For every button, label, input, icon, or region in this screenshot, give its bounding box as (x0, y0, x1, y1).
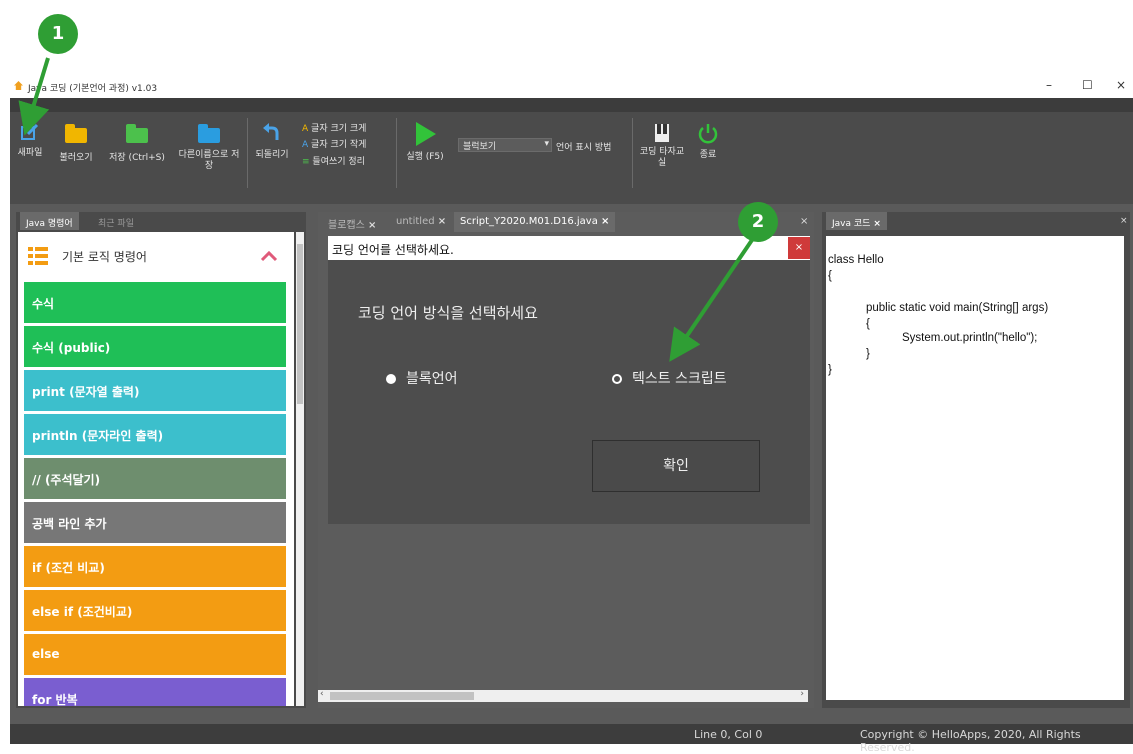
callout-badge-2: 2 (738, 202, 778, 242)
callout-arrow-2 (669, 238, 754, 362)
callout-arrow-1 (18, 57, 50, 136)
callout-badge-1: 1 (38, 14, 78, 54)
callout-arrows (18, 57, 754, 362)
